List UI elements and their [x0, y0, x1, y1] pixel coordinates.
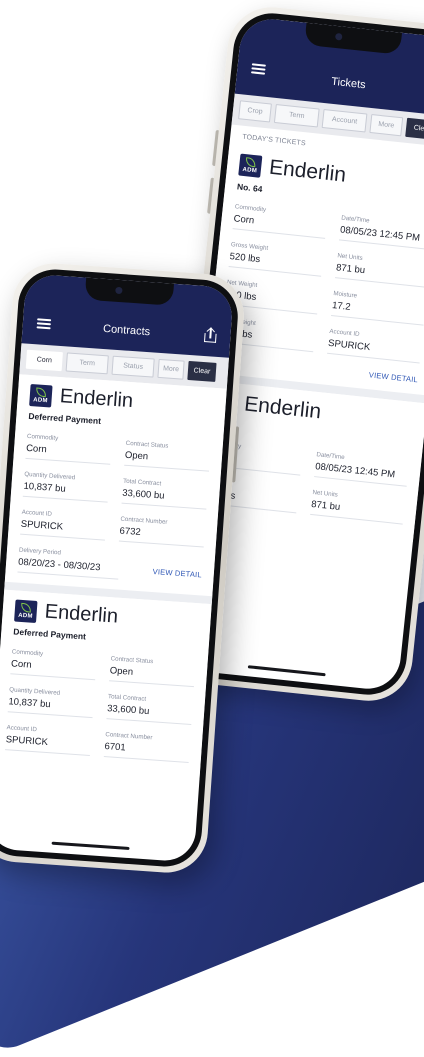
screen-title: Contracts [102, 322, 151, 339]
filter-account[interactable]: Account [321, 109, 368, 133]
field-contract-status: Contract Status Open [124, 433, 212, 472]
camera-dot [115, 286, 123, 295]
contracts-screen: Contracts Corn Term Status More Clear AD… [0, 273, 234, 863]
filter-crop[interactable]: Corn [25, 349, 63, 372]
adm-logo: ADM [238, 153, 263, 178]
screen-title: Tickets [330, 75, 367, 92]
filter-more[interactable]: More [369, 114, 404, 137]
home-indicator[interactable] [51, 841, 130, 851]
clear-button[interactable]: Clear [187, 360, 217, 382]
filter-more[interactable]: More [157, 358, 185, 380]
field-account-id: Account ID SPURICK [5, 718, 93, 757]
field-contract-status: Contract Status Open [109, 649, 197, 688]
field-net-units: Net Units 871 bu [310, 483, 406, 525]
location-name: Enderlin [243, 392, 323, 424]
adm-logo: ADM [29, 383, 53, 407]
field-total-contract: Total Contract 33,600 bu [121, 471, 209, 510]
filter-status[interactable]: Status [111, 355, 155, 378]
field-commodity: Commodity Corn [232, 197, 329, 239]
filter-crop[interactable]: Crop [238, 100, 272, 123]
field-commodity: Commodity Corn [10, 642, 98, 681]
field-moisture: Moisture 17.2 [331, 284, 424, 326]
field-account-id: Account ID SPURICK [327, 321, 423, 364]
view-detail-link[interactable]: VIEW DETAIL [152, 567, 202, 579]
location-name: Enderlin [44, 600, 119, 628]
field-contract-number: Contract Number 6701 [103, 725, 191, 763]
filter-term[interactable]: Term [273, 104, 320, 128]
field-contract-number: Contract Number 6732 [118, 509, 206, 548]
field-gross-weight: Gross Weight 520 lbs [228, 235, 325, 277]
location-name: Enderlin [268, 155, 348, 187]
contract-card[interactable]: ADM Enderlin Deferred Payment Commodity C… [4, 374, 227, 605]
adm-logo: ADM [14, 598, 38, 623]
filter-term[interactable]: Term [65, 352, 109, 375]
home-indicator[interactable] [247, 665, 326, 677]
field-delivery-period: Delivery Period 08/20/23 - 08/30/23 [17, 540, 121, 580]
field-datetime: Date/Time 08/05/23 12:45 PM [314, 445, 410, 487]
field-datetime: Date/Time 08/05/23 12:45 PM [338, 208, 424, 251]
field-quantity-delivered: Quantity Delivered 10,837 bu [7, 680, 95, 719]
field-quantity-delivered: Quantity Delivered 10,837 bu [22, 464, 110, 503]
share-icon[interactable] [203, 327, 217, 343]
location-name: Enderlin [59, 385, 134, 413]
camera-dot [334, 32, 343, 41]
contract-card[interactable]: ADM Enderlin Deferred Payment Commodity C… [0, 589, 212, 780]
field-commodity: Commodity Corn [25, 426, 113, 465]
field-account-id: Account ID SPURICK [20, 502, 108, 541]
phone-contracts: Contracts Corn Term Status More Clear AD… [0, 260, 247, 876]
clear-button[interactable]: Clear [405, 117, 424, 141]
field-total-contract: Total Contract 33,600 bu [106, 687, 194, 726]
field-net-units: Net Units 871 bu [335, 246, 424, 288]
